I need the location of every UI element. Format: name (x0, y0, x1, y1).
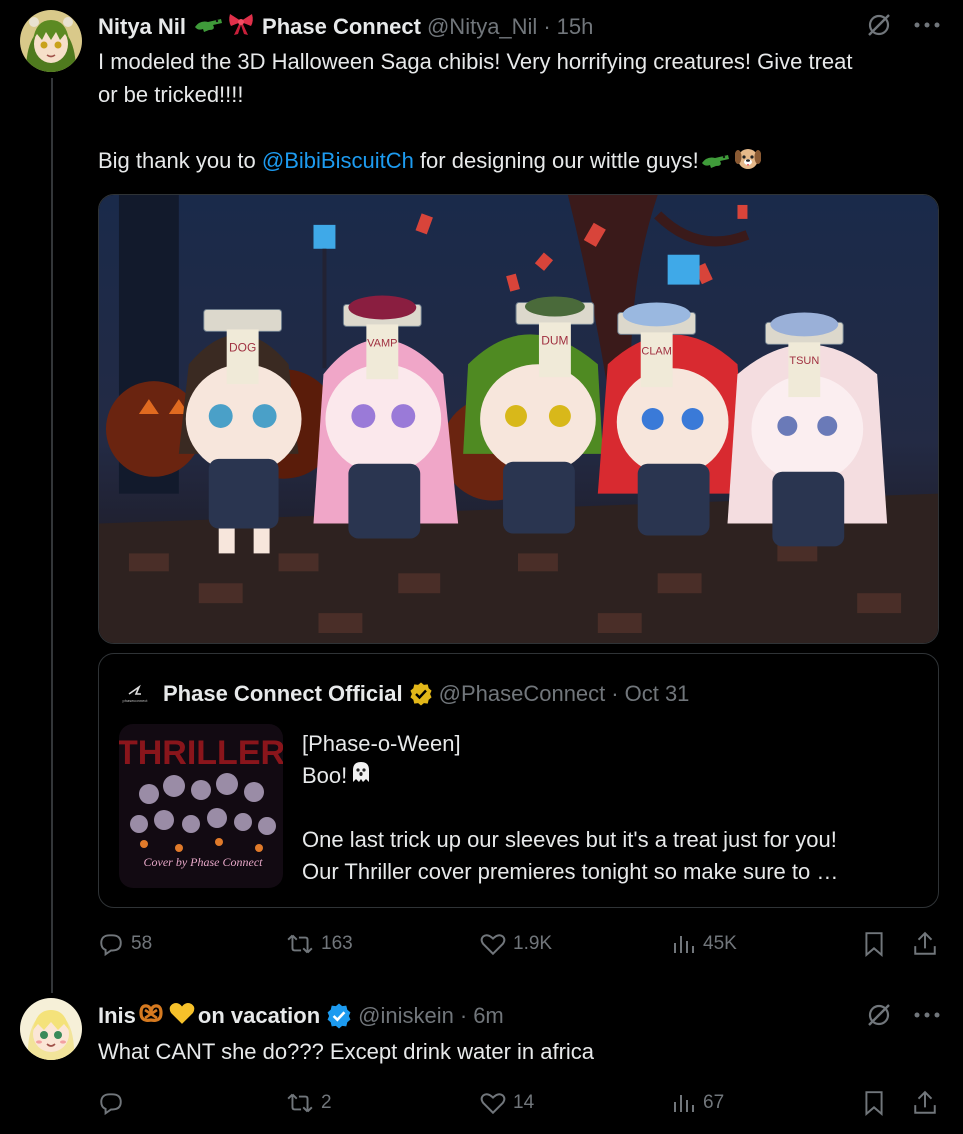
view-count: 67 (703, 1092, 725, 1113)
yellow-heart-emoji-icon (168, 1001, 196, 1031)
grok-icon[interactable] (866, 12, 892, 38)
share-icon (914, 1090, 936, 1114)
quoted-tweet-thumbnail[interactable]: THRILLER Cover by Phase Connect (119, 724, 283, 888)
quoted-tweet-date[interactable]: Oct 31 (625, 681, 690, 707)
tweet-timestamp[interactable]: 15h (557, 14, 594, 40)
reply-button[interactable] (98, 1083, 131, 1123)
thanks-prefix: Big thank you to (98, 148, 262, 173)
thread-connector-line (51, 78, 53, 993)
phase-connect-logo-icon: phaseconnect (119, 678, 151, 710)
reply-button[interactable]: 58 (98, 924, 152, 964)
tweet-text: I modeled the 3D Halloween Saga chibis! … (98, 45, 853, 179)
hat-label: CLAM (641, 345, 671, 357)
hat-label: TSUN (789, 355, 819, 367)
verified-gold-badge-icon (409, 682, 433, 706)
view-count: 45K (703, 933, 737, 954)
repost-icon (287, 934, 313, 954)
more-options-icon[interactable] (914, 22, 940, 28)
separator-dot: · (543, 14, 551, 39)
tweet-text-line: I modeled the 3D Halloween Saga chibis! … (98, 49, 853, 74)
share-icon (914, 931, 936, 955)
quoted-text-boo: Boo! (302, 762, 348, 788)
svg-text:phaseconnect: phaseconnect (123, 698, 149, 703)
share-button[interactable] (912, 924, 938, 964)
tweet-thanks-line: Big thank you to @BibiBiscuitCh for desi… (98, 144, 853, 179)
bookmark-button[interactable] (862, 1083, 886, 1123)
thanks-suffix: for designing our wittle guys! (413, 148, 699, 173)
quoted-tweet-card[interactable]: phaseconnect Phase Connect Official @Pha… (98, 653, 939, 908)
reply-author-status: on vacation (197, 1003, 321, 1028)
author-handle[interactable]: @Nitya_Nil (427, 14, 537, 40)
reply-timestamp[interactable]: 6m (473, 1003, 504, 1029)
reply-top-actions (866, 1002, 940, 1028)
tweet-top-actions (866, 12, 940, 38)
bookmark-button[interactable] (862, 924, 886, 964)
bookmark-icon (865, 1091, 883, 1116)
reply-header: Inis on vacation @iniskein · 6m (98, 1001, 504, 1031)
mention-link[interactable]: @BibiBiscuitCh (262, 148, 414, 173)
heart-icon (480, 934, 506, 956)
analytics-icon (674, 936, 694, 953)
hat-label: DUM (541, 333, 568, 347)
tweet-header: Nitya Nil Phase Connect @Nitya_Nil · 15h (98, 12, 593, 42)
halloween-chibis-illustration: DOG VAMP DUM CLAM TSUN (99, 195, 938, 643)
author-avatar[interactable] (20, 10, 82, 72)
quoted-author-handle[interactable]: @PhaseConnect (439, 681, 606, 707)
tweet-media-image[interactable]: DOG VAMP DUM CLAM TSUN (98, 194, 939, 644)
author-name[interactable]: Nitya Nil (98, 14, 186, 40)
crocodile-emoji-icon (701, 146, 731, 179)
reply-count: 58 (131, 933, 153, 954)
like-button[interactable]: 14 (480, 1083, 534, 1123)
reply-action-bar: 2 14 67 (98, 1083, 939, 1123)
more-options-icon[interactable] (914, 1012, 940, 1018)
separator-dot: · (611, 681, 619, 706)
grok-icon[interactable] (866, 1002, 892, 1028)
hat-label: DOG (229, 340, 256, 354)
like-count: 1.9K (513, 933, 553, 954)
views-button[interactable]: 67 (672, 1083, 724, 1123)
quoted-tweet-header: phaseconnect Phase Connect Official @Pha… (119, 678, 689, 710)
dog-face-emoji-icon (734, 146, 762, 179)
repost-button[interactable]: 163 (286, 924, 353, 964)
ghost-emoji-icon (349, 760, 373, 793)
ribbon-emoji-icon (228, 12, 254, 42)
repost-count: 163 (321, 933, 353, 954)
like-button[interactable]: 1.9K (480, 924, 552, 964)
reply-icon (100, 934, 122, 957)
quoted-tweet-text: [Phase-o-Ween] Boo! One last trick up ou… (302, 728, 838, 887)
crocodile-emoji-icon (194, 14, 224, 40)
quoted-text-line: [Phase-o-Ween] (302, 731, 461, 756)
repost-icon (287, 1093, 313, 1113)
repost-count: 2 (321, 1092, 332, 1113)
analytics-icon (674, 1095, 694, 1112)
bookmark-icon (865, 932, 883, 957)
verified-blue-badge-icon (326, 1003, 352, 1029)
pretzel-emoji-icon (138, 1002, 164, 1030)
heart-icon (480, 1093, 506, 1115)
reply-author-handle[interactable]: @iniskein (358, 1003, 454, 1029)
svg-text:Cover by Phase Connect: Cover by Phase Connect (144, 855, 264, 869)
reply-author-name[interactable]: Inis (98, 1003, 136, 1029)
hat-label: VAMP (367, 337, 397, 349)
share-button[interactable] (912, 1083, 938, 1123)
author-affiliation: Phase Connect (262, 14, 421, 39)
reply-icon (100, 1093, 122, 1116)
repost-button[interactable]: 2 (286, 1083, 332, 1123)
tweet-action-bar: 58 163 1.9K 45K (98, 924, 939, 964)
svg-text:THRILLER: THRILLER (119, 734, 283, 772)
separator-dot: · (459, 1003, 468, 1028)
views-button[interactable]: 45K (672, 924, 737, 964)
reply-text: What CANT she do??? Except drink water i… (98, 1039, 595, 1064)
quoted-author-name[interactable]: Phase Connect Official (163, 681, 403, 707)
like-count: 14 (513, 1092, 535, 1113)
tweet-text-line: or be tricked!!!! (98, 82, 244, 107)
reply-author-avatar[interactable] (20, 998, 82, 1060)
quoted-text-line: Our Thriller cover premieres tonight so … (302, 858, 839, 884)
quoted-text-line: One last trick up our sleeves but it's a… (302, 827, 837, 853)
quoted-text-line: Boo! (302, 760, 838, 793)
